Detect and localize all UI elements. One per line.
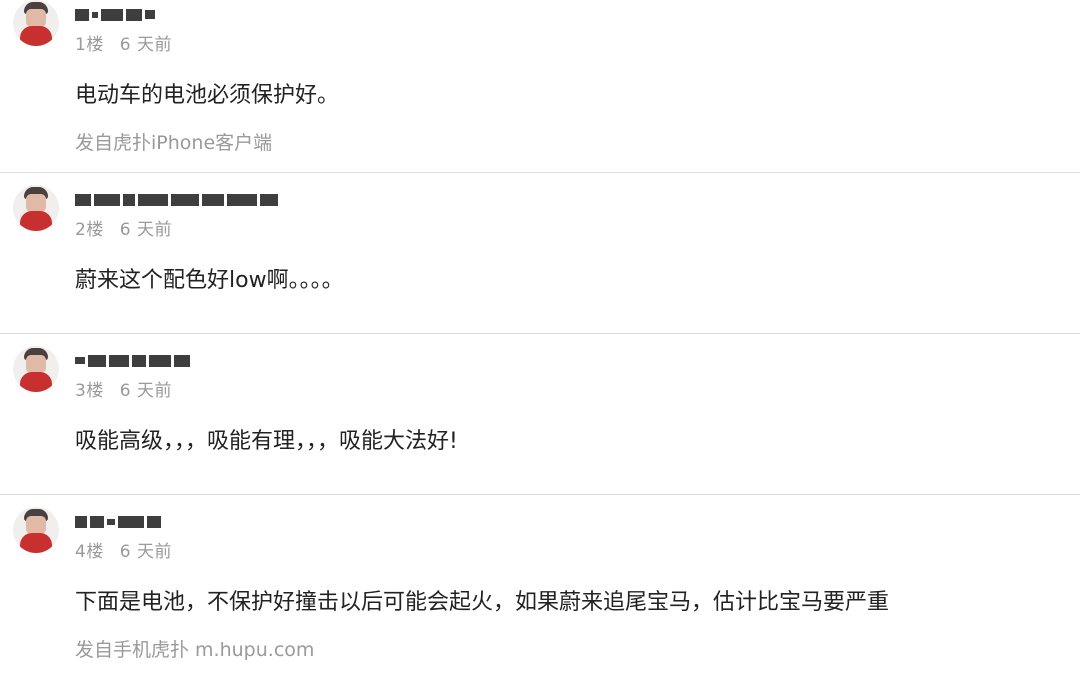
avatar-shirt [20,26,52,46]
floor-number: 3楼 [75,381,104,401]
username-blurred[interactable] [75,511,164,528]
comment-item: 4楼 6 天前 下面是电池，不保护好撞击以后可能会起火，如果蔚来追尾宝马，估计比… [0,495,1080,695]
comment-item: 3楼 6 天前 吸能高级，，，吸能有理，，，吸能大法好! [0,334,1080,494]
username-blurred[interactable] [75,4,158,21]
post-time: 6 天前 [119,220,172,240]
comment-text: 下面是电池，不保护好撞击以后可能会起火，如果蔚来追尾宝马，估计比宝马要严重 [75,590,890,615]
comment-text: 电动车的电池必须保护好。 [75,83,340,108]
post-time: 6 天前 [119,381,172,401]
comment-thread: 1楼 6 天前 电动车的电池必须保护好。 发自虎扑iPhone客户端 2楼 6 … [0,0,1080,666]
post-time: 6 天前 [119,542,172,562]
post-meta: 1楼 6 天前 [75,30,172,55]
avatar-face [26,194,46,212]
post-meta: 3楼 6 天前 [75,376,172,401]
comment-item: 1楼 6 天前 电动车的电池必须保护好。 发自虎扑iPhone客户端 [0,0,1080,173]
avatar[interactable] [13,185,59,231]
post-time: 6 天前 [119,35,172,55]
avatar-shirt [20,533,52,553]
comment-text: 蔚来这个配色好low啊。。。。 [75,268,344,293]
avatar[interactable] [13,0,59,46]
avatar-shirt [20,372,52,392]
avatar-face [26,516,46,534]
avatar[interactable] [13,346,59,392]
username-blurred[interactable] [75,189,281,206]
post-source[interactable]: 发自虎扑iPhone客户端 [75,128,272,155]
floor-number: 4楼 [75,542,104,562]
comment-item: 2楼 6 天前 蔚来这个配色好low啊。。。。 [0,173,1080,333]
post-source[interactable]: 发自手机虎扑 m.hupu.com [75,635,314,662]
avatar-face [26,355,46,373]
avatar-shirt [20,211,52,231]
avatar-face [26,9,46,27]
floor-number: 2楼 [75,220,104,240]
post-meta: 2楼 6 天前 [75,215,172,240]
avatar[interactable] [13,507,59,553]
post-meta: 4楼 6 天前 [75,537,172,562]
comment-text: 吸能高级，，，吸能有理，，，吸能大法好! [75,429,458,454]
floor-number: 1楼 [75,35,104,55]
username-blurred[interactable] [75,350,193,367]
